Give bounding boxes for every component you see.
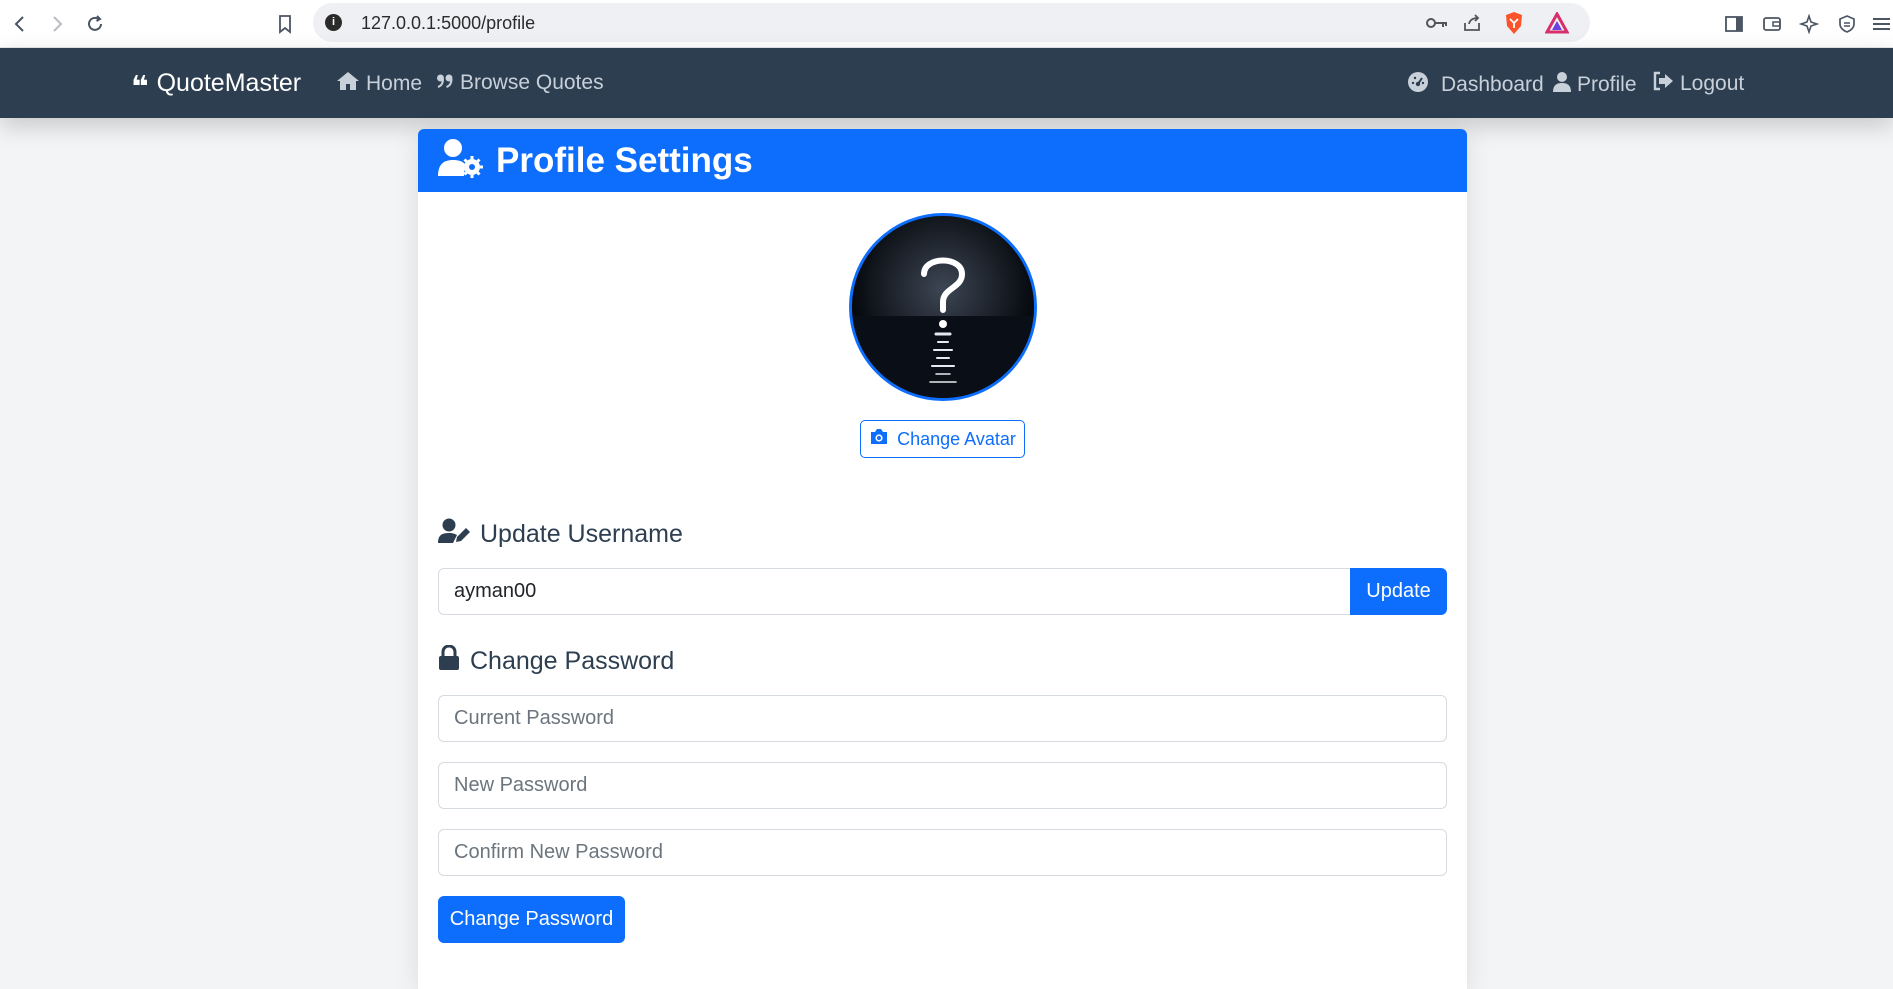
update-username-title: Update Username: [480, 520, 683, 548]
new-password-input[interactable]: [438, 762, 1447, 809]
nav-logout-link[interactable]: Logout: [1652, 71, 1744, 97]
change-password-button[interactable]: Change Password: [438, 896, 625, 943]
url-text[interactable]: 127.0.0.1:5000/profile: [361, 13, 535, 34]
page-title: Profile Settings: [496, 140, 753, 180]
wallet-icon[interactable]: [1758, 10, 1786, 38]
rewards-icon[interactable]: [1544, 10, 1570, 36]
profile-settings-card: Profile Settings Change Avatar Update Us…: [418, 129, 1467, 989]
sidebar-toggle-icon[interactable]: [1720, 10, 1748, 38]
change-password-heading: Change Password: [438, 644, 675, 678]
update-username-button[interactable]: Update: [1350, 568, 1447, 615]
browser-toolbar: i 127.0.0.1:5000/profile: [0, 0, 1893, 48]
brand-link[interactable]: ❝ QuoteMaster: [131, 69, 302, 104]
vpn-shield-icon[interactable]: [1833, 10, 1861, 38]
nav-home-link[interactable]: Home: [336, 71, 422, 97]
quote-icon: [436, 71, 454, 95]
confirm-password-input[interactable]: [438, 829, 1447, 876]
nav-browse-quotes-label: Browse Quotes: [460, 71, 604, 94]
back-icon[interactable]: [4, 8, 36, 40]
update-username-heading: Update Username: [438, 518, 683, 551]
dashboard-icon: [1407, 71, 1429, 99]
avatar: [849, 213, 1037, 401]
nav-dashboard-link[interactable]: Dashboard: [1407, 71, 1544, 99]
brand-name: QuoteMaster: [156, 69, 302, 97]
menu-icon[interactable]: [1866, 10, 1893, 38]
reload-icon[interactable]: [79, 8, 111, 40]
change-password-title: Change Password: [470, 647, 675, 675]
card-header: Profile Settings: [418, 129, 1467, 192]
share-icon[interactable]: [1459, 10, 1485, 36]
key-icon[interactable]: [1424, 10, 1450, 36]
nav-browse-quotes-link[interactable]: Browse Quotes: [436, 71, 604, 95]
lock-icon: [438, 644, 460, 678]
ai-assistant-icon[interactable]: [1795, 10, 1823, 38]
nav-profile-label: Profile: [1577, 73, 1637, 96]
site-info-icon[interactable]: i: [325, 14, 342, 31]
change-avatar-label: Change Avatar: [897, 428, 1016, 449]
username-input[interactable]: [438, 568, 1351, 615]
nav-dashboard-label: Dashboard: [1441, 73, 1544, 96]
nav-home-label: Home: [366, 72, 423, 95]
current-password-input[interactable]: [438, 695, 1447, 742]
user-icon: [1553, 71, 1571, 99]
logout-icon: [1652, 71, 1674, 97]
nav-profile-link[interactable]: Profile: [1553, 71, 1637, 99]
app-navbar: ❝ QuoteMaster Home Browse Quotes Dashboa…: [0, 48, 1893, 118]
brand-quote-icon: ❝: [131, 70, 149, 104]
change-avatar-button[interactable]: Change Avatar: [860, 420, 1025, 458]
nav-logout-label: Logout: [1680, 72, 1745, 95]
user-edit-icon: [438, 518, 470, 551]
forward-icon[interactable]: [41, 8, 73, 40]
brave-shield-icon[interactable]: [1501, 10, 1527, 36]
home-icon: [336, 71, 360, 97]
camera-icon: [869, 428, 889, 450]
user-settings-icon: [438, 138, 484, 183]
address-bar[interactable]: i 127.0.0.1:5000/profile: [313, 3, 1590, 42]
bookmark-icon[interactable]: [269, 8, 301, 40]
